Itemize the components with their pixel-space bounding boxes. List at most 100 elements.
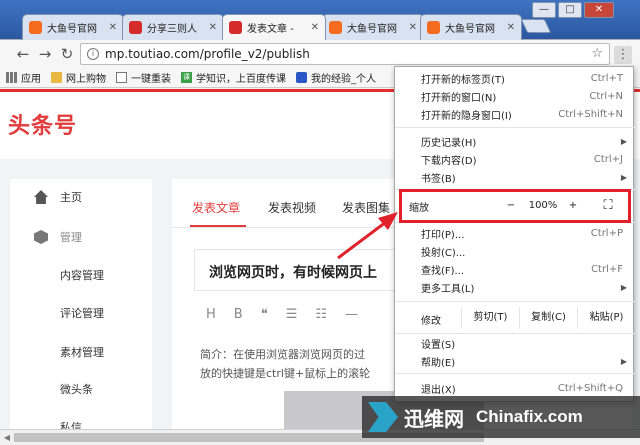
menu-shortcut: Ctrl+P: [590, 227, 623, 239]
folder-icon: [51, 72, 62, 83]
horizontal-rule-icon[interactable]: —: [345, 307, 358, 322]
menu-item-label: 帮助(E): [421, 357, 456, 369]
menu-item-more-tools[interactable]: 更多工具(L) ▶: [395, 278, 635, 296]
reload-icon[interactable]: ↻: [58, 45, 76, 63]
forward-arrow-icon[interactable]: →: [36, 45, 54, 63]
browser-tab[interactable]: 大鱼号官网 ✕: [420, 14, 522, 40]
browser-tab[interactable]: 大鱼号官网 ✕: [322, 14, 424, 40]
menu-edit-row: 修改 剪切(T) 复制(C) 粘贴(P): [395, 307, 635, 329]
close-icon[interactable]: ✕: [507, 22, 515, 33]
copy-button[interactable]: 复制(C): [519, 307, 577, 329]
menu-item-label: 打印(P)...: [421, 229, 465, 241]
info-icon[interactable]: i: [87, 48, 99, 60]
menu-item-label: 打开新的标签页(T): [421, 74, 505, 86]
watermark: 迅维网 Chinafix.com: [362, 396, 640, 438]
menu-item-history[interactable]: 历史记录(H) ▶: [395, 132, 635, 150]
browser-toolbar: ← → ↻ i mp.toutiao.com/profile_v2/publis…: [0, 40, 640, 68]
menu-item-new-tab[interactable]: 打开新的标签页(T) Ctrl+T: [395, 69, 635, 87]
tab-publish-video[interactable]: 发表视频: [268, 199, 316, 216]
menu-separator: [395, 373, 635, 374]
quote-icon[interactable]: ❝: [261, 307, 268, 322]
submenu-arrow-icon: ▶: [620, 136, 627, 146]
menu-item-downloads[interactable]: 下载内容(D) Ctrl+J: [395, 150, 635, 168]
menu-shortcut: Ctrl+F: [591, 263, 623, 275]
menu-shortcut: Ctrl+N: [589, 90, 623, 102]
browser-dropdown-menu: 打开新的标签页(T) Ctrl+T 打开新的窗口(N) Ctrl+N 打开新的隐身窗…: [394, 66, 635, 402]
bookmark-star-icon[interactable]: ☆: [591, 46, 603, 61]
menu-item-label: 更多工具(L): [421, 283, 475, 295]
menu-item-label: 书签(B): [421, 173, 456, 185]
maximize-button[interactable]: □: [558, 2, 582, 18]
menu-item-incognito[interactable]: 打开新的隐身窗口(I) Ctrl+Shift+N: [395, 105, 635, 123]
menu-shortcut: Ctrl+J: [593, 153, 623, 165]
bookmark-apps[interactable]: 应用: [6, 70, 41, 85]
address-bar[interactable]: i mp.toutiao.com/profile_v2/publish ☆: [80, 43, 610, 65]
tab-publish-gallery[interactable]: 发表图集: [342, 199, 390, 216]
bookmark-jingyan[interactable]: 我的经验_个人: [296, 70, 376, 85]
tab-label: 大鱼号官网: [347, 24, 397, 35]
browser-menu-button[interactable]: ⋮: [614, 46, 632, 64]
sidebar-item-micro[interactable]: 微头条: [10, 379, 152, 399]
close-icon[interactable]: ✕: [311, 22, 319, 33]
edit-label: 修改: [421, 316, 441, 327]
submenu-arrow-icon: ▶: [620, 356, 627, 366]
chinafix-logo-icon: [368, 402, 398, 432]
bold-icon[interactable]: B: [234, 307, 243, 322]
sidebar-item-home[interactable]: 主页: [10, 187, 152, 207]
menu-item-label: 打开新的窗口(N): [421, 92, 497, 104]
bullet-list-icon[interactable]: ☰: [286, 307, 298, 322]
url-text: mp.toutiao.com/profile_v2/publish: [105, 47, 310, 61]
close-icon[interactable]: ✕: [109, 22, 117, 33]
menu-item-label: 查找(F)...: [421, 265, 465, 277]
apps-grid-icon: [6, 72, 17, 83]
site-logo[interactable]: 头条号: [8, 108, 77, 140]
browser-tab-active[interactable]: 发表文章 - ✕: [222, 14, 326, 40]
dayu-favicon-icon: [29, 21, 42, 34]
close-icon[interactable]: ✕: [409, 22, 417, 33]
bookmark-chuanke[interactable]: 课学知识，上百度传课: [181, 70, 286, 85]
menu-separator: [395, 301, 635, 302]
menu-item-bookmarks[interactable]: 书签(B) ▶: [395, 168, 635, 186]
cut-button[interactable]: 剪切(T): [461, 307, 519, 329]
bookmark-reinstall[interactable]: 一键重装: [116, 70, 171, 85]
tab-label: 大鱼号官网: [445, 24, 495, 35]
tab-publish-article[interactable]: 发表文章: [192, 199, 240, 216]
page-icon: [116, 72, 127, 83]
menu-item-label: 退出(X): [421, 384, 456, 396]
submenu-arrow-icon: ▶: [620, 172, 627, 182]
minimize-button[interactable]: —: [532, 2, 556, 18]
heading-icon[interactable]: H: [206, 307, 216, 322]
menu-item-new-window[interactable]: 打开新的窗口(N) Ctrl+N: [395, 87, 635, 105]
submenu-arrow-icon: ▶: [620, 282, 627, 292]
menu-item-help[interactable]: 帮助(E) ▶: [395, 352, 635, 370]
sidebar-item-content[interactable]: 内容管理: [10, 265, 152, 285]
tab-strip: 大鱼号官网 ✕ 分享三则人 ✕ 发表文章 - ✕ 大鱼号官网 ✕ 大鱼号官网 ✕…: [0, 0, 640, 40]
menu-item-exit[interactable]: 退出(X) Ctrl+Shift+Q: [395, 379, 635, 397]
bookmark-label: 一键重装: [131, 74, 171, 85]
browser-tab[interactable]: 分享三则人 ✕: [122, 14, 224, 40]
dayu-favicon-icon: [427, 21, 440, 34]
numbered-list-icon[interactable]: ☷: [315, 307, 327, 322]
menu-item-print[interactable]: 打印(P)... Ctrl+P: [395, 224, 635, 242]
back-arrow-icon[interactable]: ←: [14, 45, 32, 63]
menu-item-find[interactable]: 查找(F)... Ctrl+F: [395, 260, 635, 278]
menu-item-cast[interactable]: 投射(C)...: [395, 242, 635, 260]
menu-shortcut: Ctrl+Shift+Q: [557, 382, 623, 394]
sidebar-item-manage[interactable]: 管理: [10, 227, 152, 247]
sidebar-item-messages[interactable]: 私信: [10, 417, 152, 429]
baidu-paw-icon: [296, 72, 307, 83]
cube-icon: [34, 230, 48, 244]
menu-item-label: 设置(S): [421, 339, 456, 351]
bookmark-shopping[interactable]: 网上购物: [51, 70, 106, 85]
scroll-left-icon[interactable]: ◀: [0, 430, 14, 445]
paste-button[interactable]: 粘贴(P): [577, 307, 635, 329]
sidebar-item-materials[interactable]: 素材管理: [10, 342, 152, 362]
browser-tab[interactable]: 大鱼号官网 ✕: [22, 14, 124, 40]
zoom-highlight-box: [399, 189, 631, 223]
close-window-button[interactable]: ✕: [584, 2, 614, 18]
sidebar-item-comments[interactable]: 评论管理: [10, 303, 152, 323]
menu-item-label: 打开新的隐身窗口(I): [421, 110, 512, 122]
menu-item-settings[interactable]: 设置(S): [395, 334, 635, 352]
menu-item-label: 投射(C)...: [421, 247, 466, 259]
close-icon[interactable]: ✕: [209, 22, 217, 33]
